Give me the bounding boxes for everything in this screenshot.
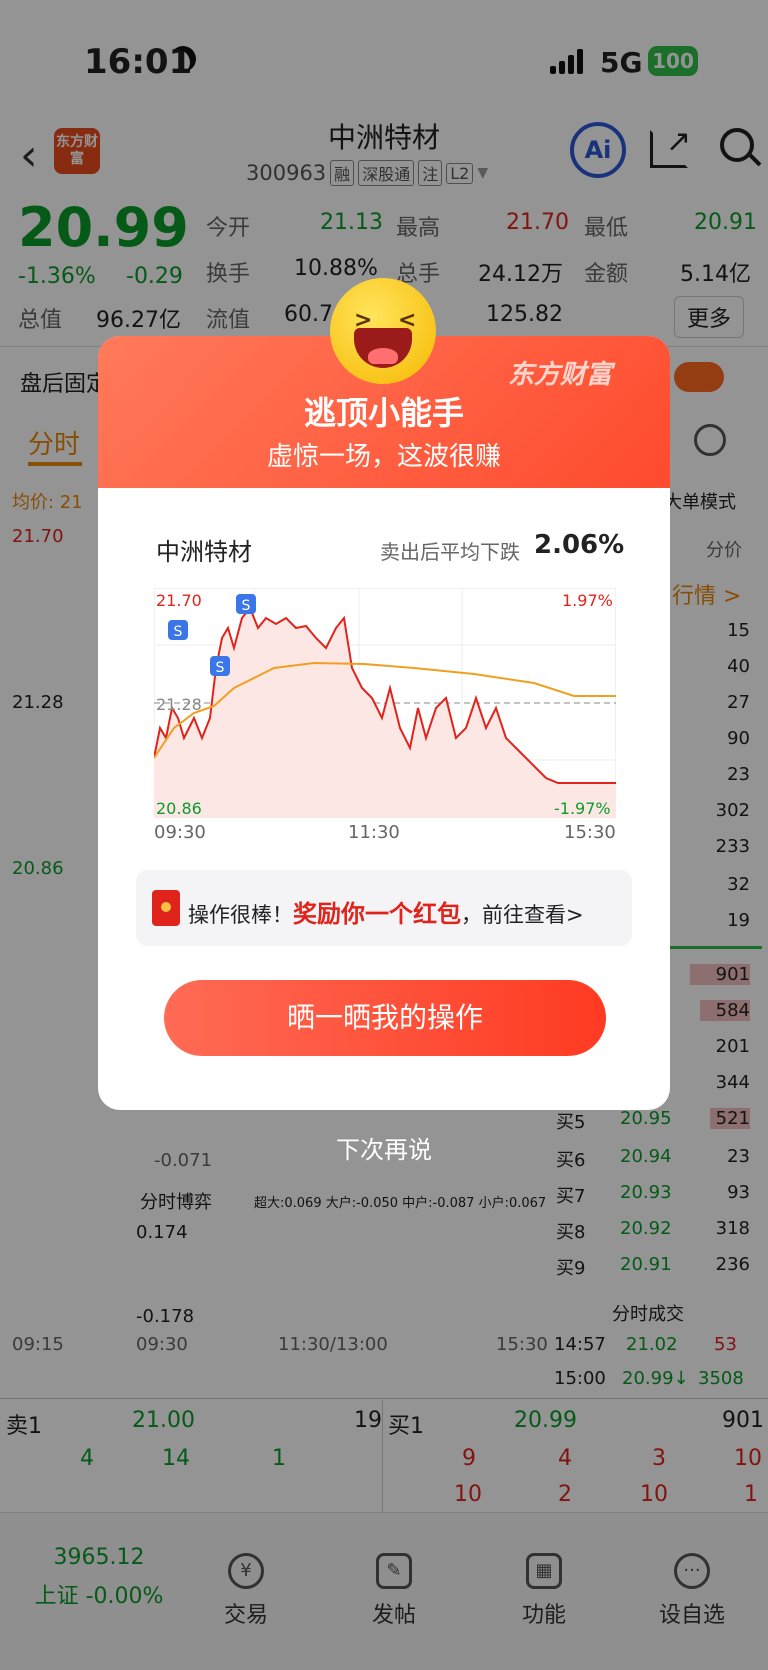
brand-watermark: 东方财富: [508, 360, 613, 390]
sell-marker: S: [236, 594, 256, 614]
popup-title: 逃顶小能手: [303, 394, 464, 432]
chart-low-pct: -1.97%: [554, 799, 611, 818]
svg-text:S: S: [174, 624, 183, 640]
sell-marker: S: [168, 620, 188, 640]
reward-text: 操作很棒！奖励你一个红包，前往查看>: [188, 894, 584, 929]
sell-marker: S: [210, 656, 230, 676]
reward-highlight: 奖励你一个红包: [293, 900, 461, 928]
red-envelope-icon: [152, 890, 180, 926]
chart-mid-label: 21.28: [156, 695, 202, 714]
chart-high-label: 21.70: [156, 591, 202, 610]
chart-stock-name: 中洲特材: [156, 538, 252, 566]
reward-prefix: 操作很棒！: [188, 903, 293, 927]
share-operation-button[interactable]: 晒一晒我的操作: [164, 980, 606, 1056]
avg-drop-value: 2.06%: [534, 530, 625, 560]
chart-time-start: 09:30: [154, 822, 206, 843]
chart-time-end: 15:30: [564, 822, 616, 843]
chart-high-pct: 1.97%: [562, 591, 613, 610]
intraday-chart: 21.70 21.28 20.86 1.97% -1.97% S S S: [154, 588, 616, 818]
popup-subtitle: 虚惊一场，这波很赚: [266, 442, 501, 472]
chart-time-mid: 11:30: [348, 822, 400, 843]
svg-text:S: S: [216, 660, 225, 676]
reward-banner[interactable]: 操作很棒！奖励你一个红包，前往查看>: [136, 870, 632, 946]
achievement-popup: 东方财富 逃顶小能手 虚惊一场，这波很赚 中洲特材 卖出后平均下跌 2.06% …: [98, 336, 670, 1110]
svg-text:S: S: [242, 598, 251, 614]
reward-suffix: ，前往查看>: [461, 903, 584, 927]
chart-low-label: 20.86: [156, 799, 202, 818]
laughing-emoji-icon: > <: [330, 278, 436, 384]
avg-drop-label: 卖出后平均下跌: [380, 540, 520, 564]
dismiss-link[interactable]: 下次再说: [0, 1130, 768, 1165]
